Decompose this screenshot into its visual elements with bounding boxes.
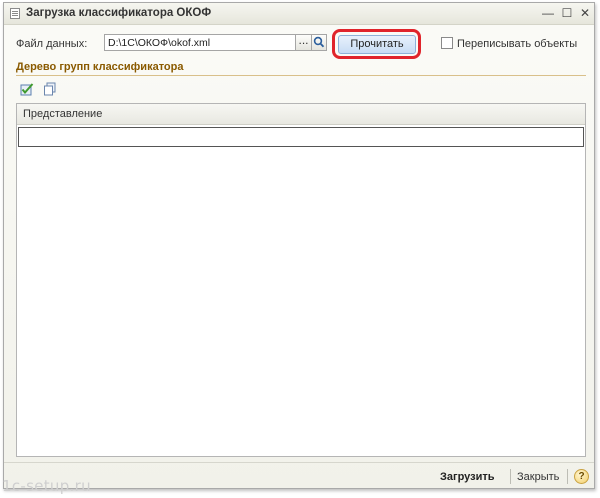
close-button[interactable]: Закрыть: [517, 471, 559, 483]
maximize-button[interactable]: ☐: [560, 6, 574, 20]
help-button[interactable]: ?: [574, 469, 589, 484]
file-path-input[interactable]: [104, 34, 296, 51]
footer-separator: [567, 469, 568, 484]
search-button[interactable]: [311, 34, 327, 51]
tree-row[interactable]: [18, 127, 584, 147]
check-all-button[interactable]: [20, 82, 34, 96]
overwrite-label: Переписывать объекты: [457, 38, 578, 50]
minimize-button[interactable]: —: [541, 6, 555, 20]
copy-icon: [44, 82, 56, 96]
overwrite-checkbox[interactable]: [441, 37, 453, 49]
group-divider: [16, 75, 586, 76]
window-title: Загрузка классификатора ОКОФ: [26, 7, 212, 19]
browse-button[interactable]: ...: [295, 34, 312, 51]
document-icon: [10, 8, 20, 19]
footer-divider: [4, 462, 594, 463]
footer-separator: [510, 469, 511, 484]
tree-group-title: Дерево групп классификатора: [16, 61, 184, 73]
tree-column-header[interactable]: Представление: [17, 104, 585, 125]
search-icon: [313, 36, 325, 48]
title-bar[interactable]: Загрузка классификатора ОКОФ — ☐ ✕: [4, 3, 594, 25]
file-label: Файл данных:: [16, 38, 88, 50]
column-header-label: Представление: [23, 108, 103, 120]
read-button[interactable]: Прочитать: [338, 35, 416, 54]
close-window-button[interactable]: ✕: [578, 6, 592, 20]
copy-button[interactable]: [43, 82, 57, 96]
classifier-tree[interactable]: Представление: [16, 103, 586, 457]
dialog-window: Загрузка классификатора ОКОФ — ☐ ✕ Файл …: [3, 2, 595, 489]
load-button[interactable]: Загрузить: [440, 471, 495, 483]
check-list-icon: [20, 83, 34, 96]
watermark: 1c-setup.ru: [2, 477, 91, 495]
